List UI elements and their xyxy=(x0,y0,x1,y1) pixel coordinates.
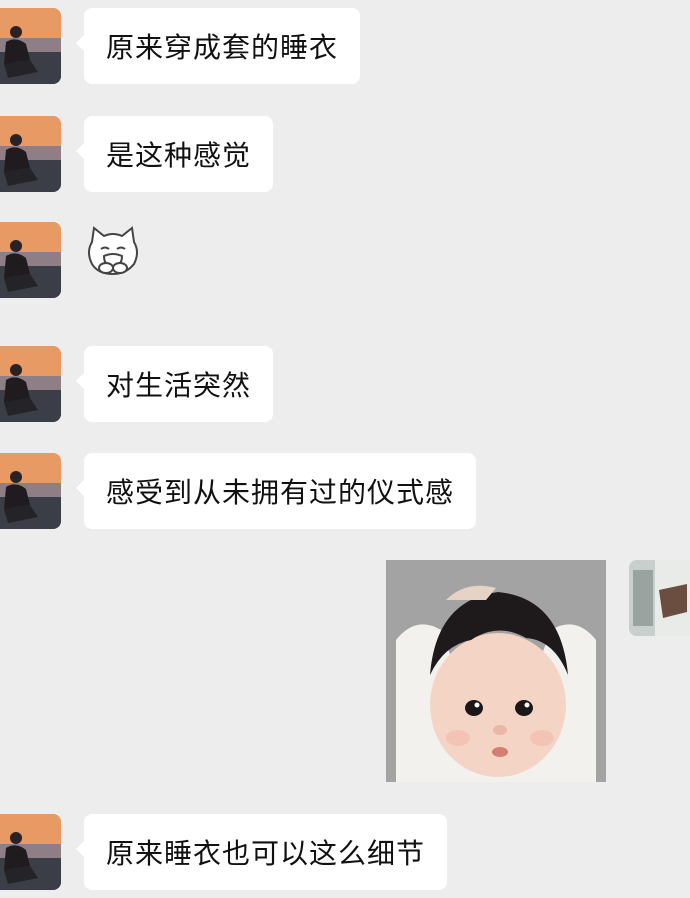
chat-thread: 原来穿成套的睡衣 是这种感觉 对生活突然 感受到从未拥有过的仪式感 原来睡衣也可… xyxy=(0,0,690,898)
message-bubble[interactable]: 是这种感觉 xyxy=(75,116,274,192)
baby-photo[interactable] xyxy=(386,560,606,782)
message-text: 原来穿成套的睡衣 xyxy=(106,31,339,64)
message-bubble[interactable]: 原来睡衣也可以这么细节 xyxy=(75,814,448,890)
message-text: 是这种感觉 xyxy=(106,139,252,172)
contact-avatar[interactable] xyxy=(0,222,61,298)
message-text: 感受到从未拥有过的仪式感 xyxy=(106,476,455,509)
message-bubble[interactable]: 对生活突然 xyxy=(75,346,274,422)
contact-avatar[interactable] xyxy=(0,346,61,422)
message-bubble[interactable]: 原来穿成套的睡衣 xyxy=(75,8,361,84)
message-text: 原来睡衣也可以这么细节 xyxy=(106,837,426,870)
contact-avatar[interactable] xyxy=(0,814,61,890)
crying-cat-sticker[interactable] xyxy=(84,222,142,280)
self-avatar[interactable] xyxy=(629,560,690,636)
contact-avatar[interactable] xyxy=(0,453,61,529)
message-text: 对生活突然 xyxy=(106,369,252,402)
contact-avatar[interactable] xyxy=(0,8,61,84)
message-bubble[interactable]: 感受到从未拥有过的仪式感 xyxy=(75,453,477,529)
contact-avatar[interactable] xyxy=(0,116,61,192)
